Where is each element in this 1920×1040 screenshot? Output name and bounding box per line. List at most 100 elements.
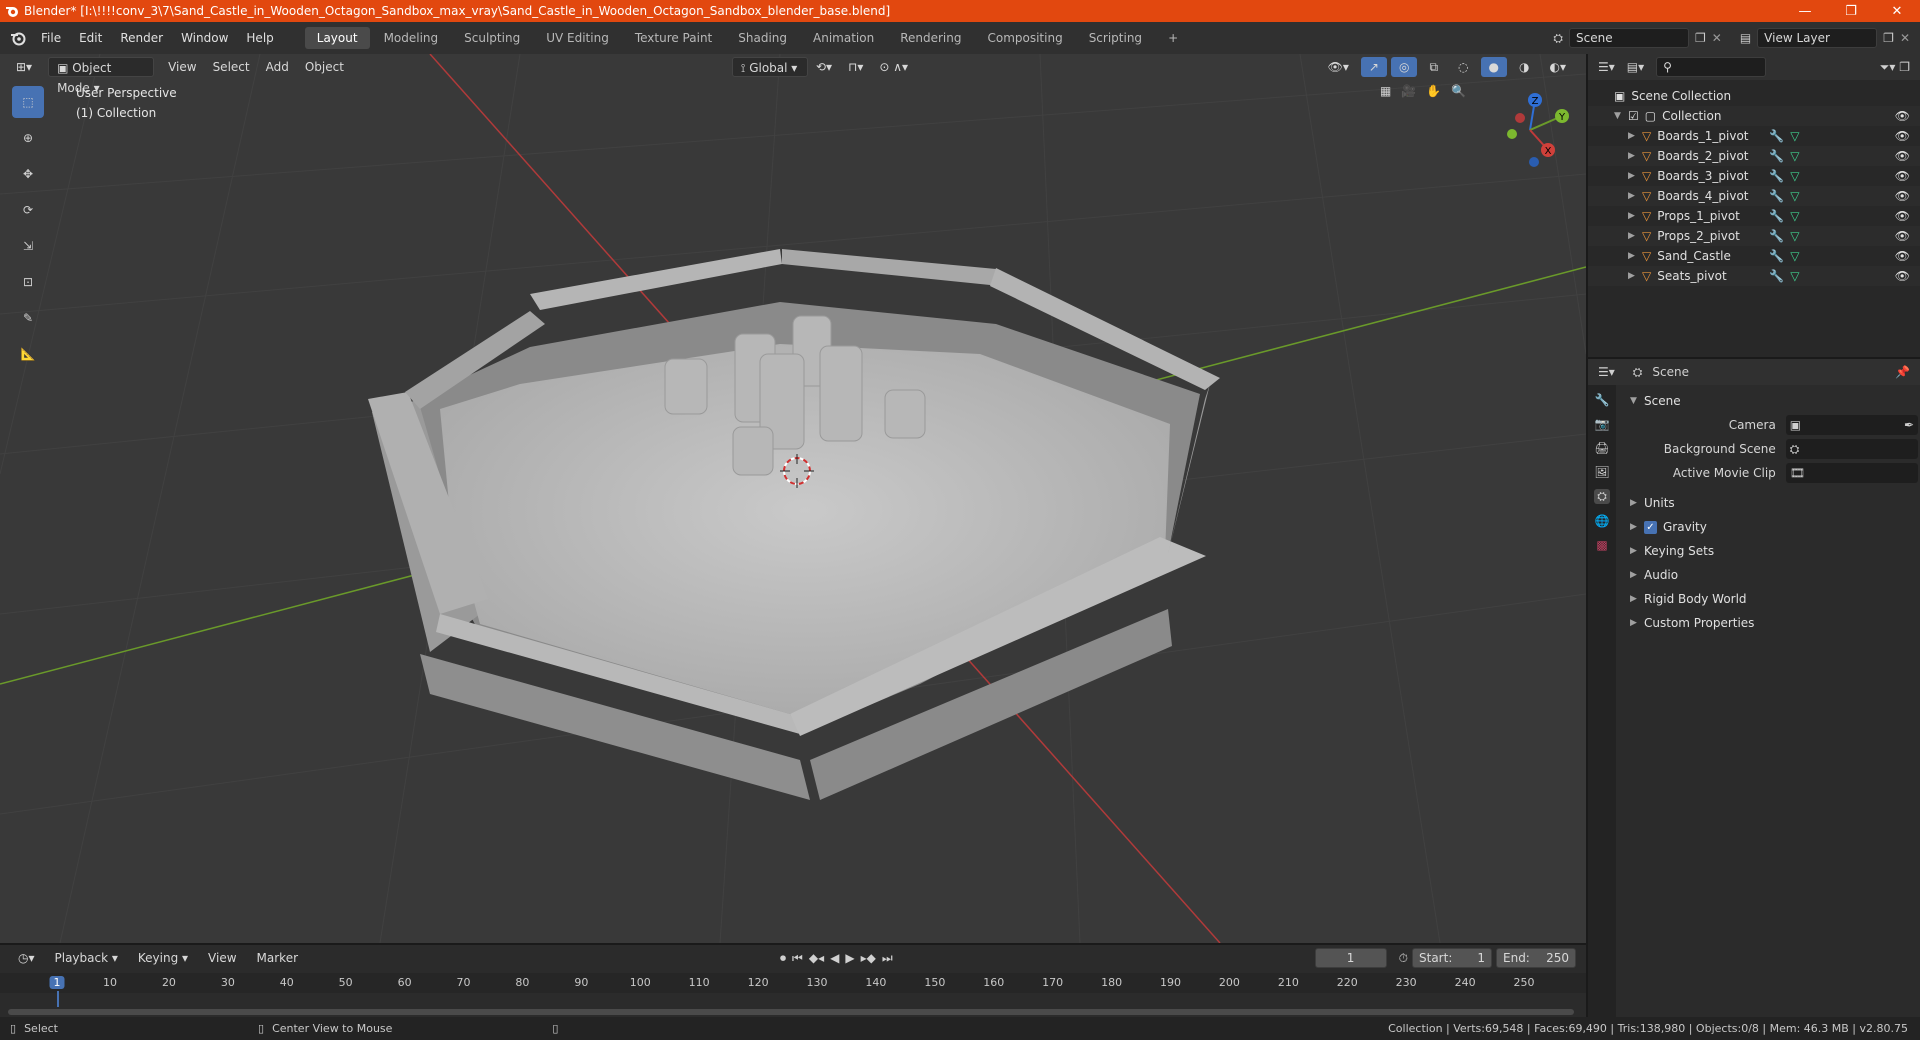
mesh-data-icon[interactable]: ▽ (1790, 169, 1799, 183)
view-layer-tab-icon[interactable]: 🖼 (1594, 465, 1609, 479)
add-workspace-button[interactable]: + (1156, 27, 1190, 49)
close-button[interactable]: ✕ (1874, 0, 1920, 22)
zoom-icon[interactable]: 🔍 (1451, 84, 1466, 98)
outliner-item[interactable]: ▶ ▽ Boards_4_pivot 🔧 ▽ 👁 (1588, 186, 1920, 206)
mesh-data-icon[interactable]: ▽ (1790, 269, 1799, 283)
record-icon[interactable]: ⏺ (780, 951, 786, 966)
menu-playback[interactable]: Playback ▾ (47, 948, 126, 968)
rigid-body-world-panel[interactable]: ▶ Rigid Body World (1618, 587, 1918, 611)
world-tab-icon[interactable]: 🌐 (1595, 514, 1610, 528)
outliner-item[interactable]: ▶ ▽ Boards_1_pivot 🔧 ▽ 👁 (1588, 126, 1920, 146)
menu-object[interactable]: Object (297, 57, 352, 77)
maximize-button[interactable]: ❐ (1828, 0, 1874, 22)
scene-field[interactable]: Scene (1569, 28, 1689, 48)
expand-triangle-icon[interactable]: ▶ (1628, 211, 1642, 221)
snap-icon[interactable]: ⊓▾ (840, 57, 871, 77)
eye-icon[interactable]: 👁 (1895, 229, 1910, 243)
sandbox-model[interactable] (368, 249, 1220, 800)
collection-row[interactable]: ▼ ☑ ▢ Collection 👁 (1588, 106, 1920, 126)
play-icon[interactable]: ▶ (845, 951, 854, 966)
playhead[interactable] (57, 991, 59, 1007)
menu-timeline-view[interactable]: View (200, 948, 244, 968)
menu-keying[interactable]: Keying ▾ (130, 948, 196, 968)
rendered-shading-icon[interactable]: ◐▾ (1542, 57, 1575, 77)
expand-triangle-icon[interactable]: ▶ (1628, 231, 1642, 241)
new-scene-icon[interactable]: ❐ (1695, 31, 1706, 45)
blender-menu-icon[interactable] (10, 30, 26, 46)
collapse-triangle-icon[interactable]: ▼ (1614, 111, 1628, 121)
menu-marker[interactable]: Marker (249, 948, 306, 968)
annotate-tool-icon[interactable]: ✎ (12, 302, 44, 334)
wireframe-shading-icon[interactable]: ◌ (1450, 57, 1476, 77)
measure-tool-icon[interactable]: 📐 (12, 338, 44, 370)
expand-triangle-icon[interactable]: ▶ (1628, 251, 1642, 261)
next-keyframe-icon[interactable]: ▸◆ (861, 951, 876, 966)
mesh-data-icon[interactable]: ▽ (1790, 209, 1799, 223)
proportional-edit-icon[interactable]: ⊙ ∧▾ (871, 57, 916, 77)
eye-icon[interactable]: 👁 (1895, 169, 1910, 183)
tab-scripting[interactable]: Scripting (1077, 27, 1154, 49)
3d-viewport[interactable]: ⊞▾ ▣ Object Mode ▾ View Select Add Objec… (0, 54, 1586, 943)
modifier-wrench-icon[interactable]: 🔧 (1769, 229, 1784, 243)
outliner-item[interactable]: ▶ ▽ Seats_pivot 🔧 ▽ 👁 (1588, 266, 1920, 286)
menu-select[interactable]: Select (205, 57, 258, 77)
scene-tab-icon[interactable]: ⛭ (1594, 489, 1610, 504)
jump-start-icon[interactable]: ⏮ (792, 951, 803, 966)
tab-uv-editing[interactable]: UV Editing (534, 27, 621, 49)
modifier-wrench-icon[interactable]: 🔧 (1769, 189, 1784, 203)
render-tab-icon[interactable]: 📷 (1595, 417, 1610, 431)
keying-sets-panel[interactable]: ▶ Keying Sets (1618, 539, 1918, 563)
orientation-gizmo[interactable]: Z Y X (1490, 88, 1570, 168)
tab-shading[interactable]: Shading (726, 27, 799, 49)
outliner-search-input[interactable]: ⚲ (1656, 57, 1767, 77)
select-box-tool-icon[interactable]: ⬚ (12, 86, 44, 118)
editor-type-icon[interactable]: ⊞▾ (8, 57, 40, 77)
material-shading-icon[interactable]: ◑ (1511, 57, 1537, 77)
tab-compositing[interactable]: Compositing (975, 27, 1074, 49)
start-frame-field[interactable]: Start: 1 (1412, 948, 1492, 968)
mesh-data-icon[interactable]: ▽ (1790, 229, 1799, 243)
audio-panel[interactable]: ▶ Audio (1618, 563, 1918, 587)
tab-modeling[interactable]: Modeling (372, 27, 451, 49)
display-mode-icon[interactable]: ▤▾ (1627, 60, 1644, 74)
camera-field[interactable]: ▣ ✒ (1785, 415, 1918, 435)
transform-orientation-dropdown[interactable]: ⟟ Global ▾ (731, 57, 808, 77)
properties-editor-icon[interactable]: ☰▾ (1598, 365, 1615, 379)
active-movie-clip-field[interactable]: 🎞 (1785, 463, 1918, 483)
prev-keyframe-icon[interactable]: ◆◂ (809, 951, 824, 966)
expand-triangle-icon[interactable]: ▶ (1628, 151, 1642, 161)
move-tool-icon[interactable]: ✥ (12, 158, 44, 190)
delete-view-layer-icon[interactable]: ✕ (1900, 31, 1910, 45)
grid-view-icon[interactable]: ▦ (1380, 84, 1391, 98)
pivot-point-icon[interactable]: ⟲▾ (808, 57, 840, 77)
cursor-tool-icon[interactable]: ⊕ (12, 122, 44, 154)
eye-icon[interactable]: 👁 (1895, 109, 1910, 123)
gizmo-toggle-icon[interactable]: ↗ (1360, 57, 1387, 77)
solid-shading-icon[interactable]: ● (1480, 57, 1508, 77)
jump-end-icon[interactable]: ⏭ (882, 951, 893, 966)
pin-icon[interactable]: 📌 (1895, 365, 1910, 379)
gravity-panel[interactable]: ▶ ✓ Gravity (1618, 515, 1918, 539)
delete-scene-icon[interactable]: ✕ (1712, 31, 1722, 45)
eye-icon[interactable]: 👁 (1895, 209, 1910, 223)
eye-icon[interactable]: 👁 (1895, 129, 1910, 143)
new-view-layer-icon[interactable]: ❐ (1883, 31, 1894, 45)
mesh-data-icon[interactable]: ▽ (1790, 149, 1799, 163)
texture-tab-icon[interactable]: ▩ (1596, 538, 1607, 552)
tool-tab-icon[interactable]: 🔧 (1595, 393, 1610, 407)
outliner-item[interactable]: ▶ ▽ Sand_Castle 🔧 ▽ 👁 (1588, 246, 1920, 266)
custom-properties-panel[interactable]: ▶ Custom Properties (1618, 611, 1918, 635)
tab-texture-paint[interactable]: Texture Paint (623, 27, 724, 49)
play-reverse-icon[interactable]: ◀ (830, 951, 839, 966)
eye-icon[interactable]: 👁 (1895, 249, 1910, 263)
overlay-toggle-icon[interactable]: ◎ (1390, 57, 1418, 77)
expand-triangle-icon[interactable]: ▶ (1628, 191, 1642, 201)
timeline-scrollbar[interactable] (8, 1009, 1574, 1015)
modifier-wrench-icon[interactable]: 🔧 (1769, 169, 1784, 183)
expand-triangle-icon[interactable]: ▶ (1628, 271, 1642, 281)
camera-view-icon[interactable]: 🎥 (1401, 84, 1416, 98)
rotate-tool-icon[interactable]: ⟳ (12, 194, 44, 226)
timeline-editor-icon[interactable]: ◷▾ (10, 948, 43, 968)
modifier-wrench-icon[interactable]: 🔧 (1769, 149, 1784, 163)
scale-tool-icon[interactable]: ⇲ (12, 230, 44, 262)
